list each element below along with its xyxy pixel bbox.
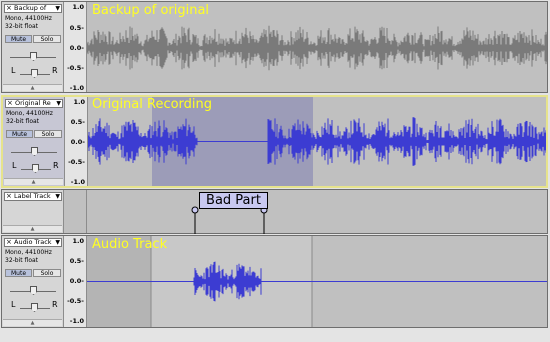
vertical-ruler: 1.0 0.5- 0.0- -0.5- -1.0 [64, 236, 87, 327]
mute-button[interactable]: Mute [5, 269, 32, 277]
track-name-overlay: Audio Track [92, 237, 168, 252]
solo-button[interactable]: Solo [33, 269, 61, 277]
ruler-tick-label: 1.0 [72, 237, 84, 245]
ruler-tick-label: -1.0 [69, 317, 84, 325]
track-bitdepth-info: 32-bit float [5, 257, 39, 264]
pan-slider-thumb[interactable] [31, 303, 38, 312]
ruler-tick-label: 0.5- [69, 257, 84, 265]
track-format-info: Mono, 44100Hz [5, 249, 52, 256]
pan-left-label: L [11, 300, 16, 309]
close-icon[interactable]: × [6, 239, 12, 246]
dropdown-arrow-icon[interactable]: ▼ [55, 239, 60, 246]
track-title-label: Audio Track [14, 239, 52, 246]
label-text-box[interactable]: Bad Part [199, 192, 268, 209]
track-title-menu[interactable]: × Audio Track ▼ [4, 238, 62, 247]
audio-track-new[interactable]: × Audio Track ▼ Mono, 44100Hz 32-bit flo… [1, 235, 548, 328]
pan-right-label: R [52, 300, 58, 309]
collapse-arrow-icon[interactable]: ▲ [3, 319, 62, 326]
ruler-tick-label: -0.5- [67, 297, 84, 305]
gain-slider-thumb[interactable] [30, 286, 37, 295]
track-control-panel: × Audio Track ▼ Mono, 44100Hz 32-bit flo… [2, 236, 64, 327]
ruler-tick-label: 0.0- [69, 277, 84, 285]
